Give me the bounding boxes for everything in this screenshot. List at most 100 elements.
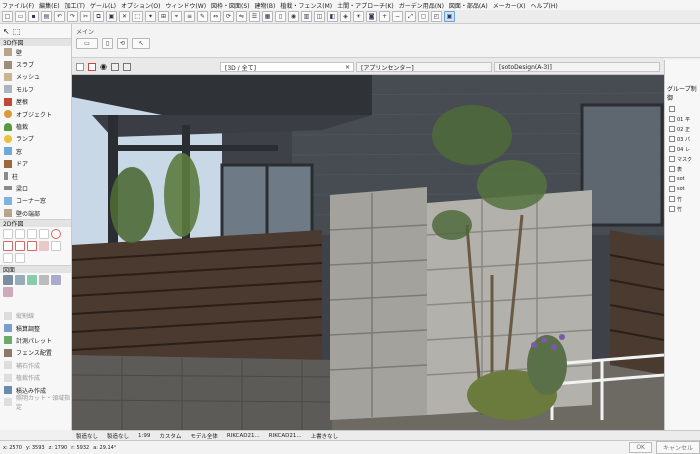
- arc-icon[interactable]: [15, 253, 25, 264]
- geometry-method-icon[interactable]: ▯: [102, 38, 113, 49]
- cancel-button[interactable]: キャンセル: [655, 441, 700, 454]
- addon-item[interactable]: 照明カット・領域指定: [0, 395, 71, 411]
- tool-beam[interactable]: 梁ロ: [0, 182, 71, 194]
- measure-icon[interactable]: ⇔: [210, 11, 221, 22]
- addon-item[interactable]: 植栽作成: [0, 371, 71, 383]
- tab-sotodesign[interactable]: [sotoDesign(A-3)]: [494, 62, 660, 72]
- camera-tool-icon[interactable]: [3, 275, 13, 286]
- pointer-icon[interactable]: ↖: [132, 38, 150, 49]
- eye-icon[interactable]: ◉: [288, 11, 299, 22]
- lock-view-icon[interactable]: [76, 63, 84, 71]
- cut-icon[interactable]: ✂: [80, 11, 91, 22]
- zoom-in-icon[interactable]: +: [379, 11, 390, 22]
- rotate-method-icon[interactable]: ⟲: [117, 38, 128, 49]
- status-overwrite[interactable]: 上書きなし: [311, 432, 339, 440]
- addon-item[interactable]: 計測パレット: [0, 334, 71, 346]
- status-custom[interactable]: カスタム: [159, 432, 181, 440]
- group-icon[interactable]: ▦: [262, 11, 273, 22]
- menu-edit[interactable]: 編集(E): [39, 1, 59, 10]
- tool-mesh[interactable]: メッシュ: [0, 71, 71, 83]
- coord-z[interactable]: z: 1790: [49, 445, 68, 451]
- coord-y[interactable]: y: 3593: [26, 445, 45, 451]
- undo-icon[interactable]: ↶: [54, 11, 65, 22]
- menu-parts[interactable]: 図面・部品(A): [449, 1, 488, 10]
- status-scale[interactable]: 1:99: [138, 433, 150, 439]
- menu-drawing[interactable]: 図枠・図面(S): [211, 1, 250, 10]
- checkbox-icon[interactable]: [669, 116, 675, 122]
- menu-file[interactable]: ファイル(F): [2, 1, 34, 10]
- pen-icon[interactable]: ✎: [197, 11, 208, 22]
- tile-icon[interactable]: ◰: [431, 11, 442, 22]
- lock-icon[interactable]: ▯: [275, 11, 286, 22]
- polyline-icon[interactable]: [3, 241, 13, 252]
- fit-window-icon[interactable]: ⤢: [405, 11, 416, 22]
- tree-item-bamboo2[interactable]: 竹: [665, 204, 700, 214]
- copy-icon[interactable]: ⧉: [93, 11, 104, 22]
- menu-approach[interactable]: 土間・アプローチ(K): [337, 1, 394, 10]
- tool-lamp[interactable]: ランプ: [0, 133, 71, 145]
- select-icon[interactable]: ⬚: [132, 11, 143, 22]
- render-icon[interactable]: ☀: [353, 11, 364, 22]
- redo-icon[interactable]: ↷: [67, 11, 78, 22]
- section-2d[interactable]: 2D作図: [0, 219, 71, 228]
- menu-maker[interactable]: メーカー(X): [493, 1, 526, 10]
- tree-item-front[interactable]: 02 正: [665, 124, 700, 134]
- paste-icon[interactable]: ▣: [106, 11, 117, 22]
- menu-process[interactable]: 加工(T): [65, 1, 85, 10]
- tab-3d[interactable]: [3D / 全て] ×: [220, 62, 354, 72]
- menu-tool[interactable]: ゲール(L): [90, 1, 116, 10]
- tab-approach[interactable]: [アプリンセンター]: [356, 62, 492, 72]
- circle-icon[interactable]: [51, 229, 61, 240]
- tree-item-floor[interactable]: 01 平: [665, 114, 700, 124]
- align-icon[interactable]: ☰: [249, 11, 260, 22]
- tool-planting[interactable]: 植栽: [0, 120, 71, 132]
- checkbox-icon[interactable]: [669, 126, 675, 132]
- angle-dimension-icon[interactable]: [39, 229, 49, 240]
- menu-window[interactable]: ウィンドウ(W): [165, 1, 206, 10]
- fill-icon[interactable]: [39, 241, 49, 252]
- section-icon[interactable]: ◫: [314, 11, 325, 22]
- menu-building[interactable]: 建物(B): [255, 1, 276, 10]
- coord-x[interactable]: x: 2570: [3, 445, 22, 451]
- menu-planting[interactable]: 植栽・フェンス(M): [280, 1, 332, 10]
- layer-select-icon[interactable]: ▭: [76, 38, 98, 49]
- window-icon[interactable]: ▢: [418, 11, 429, 22]
- tool-wall[interactable]: 壁: [0, 46, 71, 58]
- close-view-icon[interactable]: [88, 63, 96, 71]
- grid-icon[interactable]: ⊞: [158, 11, 169, 22]
- 3d-viewport[interactable]: [72, 75, 664, 430]
- spline-icon[interactable]: [15, 241, 25, 252]
- tool-column[interactable]: 柱: [0, 170, 71, 182]
- addon-item[interactable]: 積算調整: [0, 322, 71, 334]
- zoom-out-icon[interactable]: −: [392, 11, 403, 22]
- text-icon[interactable]: [3, 229, 13, 240]
- checkbox-icon[interactable]: [669, 136, 675, 142]
- camera-icon[interactable]: ◙: [366, 11, 377, 22]
- elevation-icon[interactable]: ◧: [327, 11, 338, 22]
- delete-icon[interactable]: ✕: [119, 11, 130, 22]
- tree-item-table[interactable]: 表: [665, 164, 700, 174]
- layer-icon[interactable]: ≡: [184, 11, 195, 22]
- tool-wall-end[interactable]: 壁の端部: [0, 207, 71, 219]
- tree-item-bamboo1[interactable]: 竹: [665, 194, 700, 204]
- section-figure[interactable]: 図面: [0, 265, 71, 274]
- new-file-icon[interactable]: □: [2, 11, 13, 22]
- tree-item-soto1[interactable]: sot: [665, 174, 700, 184]
- status-model[interactable]: モデル全体: [190, 432, 218, 440]
- hotspot-icon[interactable]: [51, 241, 61, 252]
- menu-help[interactable]: ヘルプ(H): [531, 1, 558, 10]
- menu-options[interactable]: オプション(O): [121, 1, 160, 10]
- tree-item-mask[interactable]: マスク: [665, 154, 700, 164]
- box-view-icon[interactable]: [110, 63, 119, 71]
- marquee-icon[interactable]: ⬚: [13, 27, 21, 36]
- worksheet-tool-icon[interactable]: [51, 275, 61, 286]
- status-redo[interactable]: 製造なし: [107, 432, 129, 440]
- pan-view-icon[interactable]: [122, 63, 131, 71]
- addon-item[interactable]: フェンス配置: [0, 347, 71, 359]
- tool-morph[interactable]: モルフ: [0, 83, 71, 95]
- label-icon[interactable]: [15, 229, 25, 240]
- status-undo[interactable]: 製造なし: [76, 432, 98, 440]
- addon-item[interactable]: 縦割線: [0, 309, 71, 321]
- dimension-icon[interactable]: [27, 229, 37, 240]
- save-icon[interactable]: ▪: [28, 11, 39, 22]
